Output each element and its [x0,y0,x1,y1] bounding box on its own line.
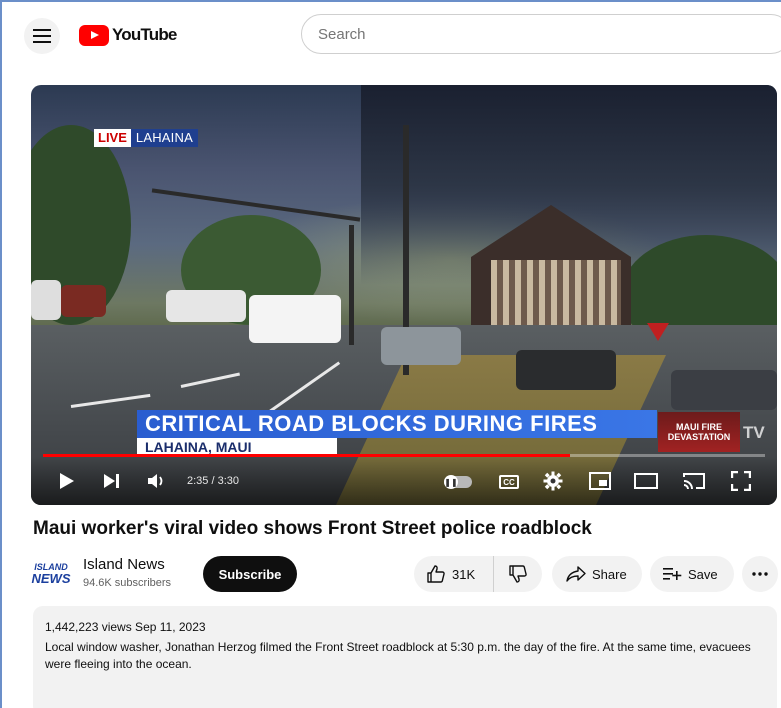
autoplay-toggle[interactable]: ❚❚ [444,475,472,489]
share-label: Share [592,566,627,582]
network-watermark: TV [743,423,765,442]
search-input[interactable]: Search [301,14,781,54]
gear-icon [543,471,563,491]
like-button[interactable]: 31K [414,556,494,592]
play-icon [60,473,74,489]
menu-button[interactable] [24,18,60,54]
video-scene-pole [349,225,354,345]
hamburger-icon [33,29,51,43]
dislike-button[interactable] [494,556,542,592]
like-dislike-group: 31K [414,556,542,592]
live-location: LAHAINA [130,129,198,147]
share-button[interactable]: Share [552,556,642,592]
youtube-logo[interactable]: YouTube [79,24,177,46]
search-placeholder: Search [318,25,366,43]
more-horizontal-icon [752,572,768,576]
news-bug-line: MAUI FIRE [676,422,722,432]
channel-avatar[interactable]: ISLAND NEWS [31,559,71,589]
masthead: YouTube Search [0,0,781,70]
save-button[interactable]: Save [650,556,734,592]
news-lower-third: CRITICAL ROAD BLOCKS DURING FIRES LAHAIN… [137,410,657,457]
video-scene-car [249,295,341,343]
miniplayer-button[interactable] [587,469,613,493]
pause-icon: ❚❚ [444,475,458,489]
live-tag: LIVE [94,129,131,147]
more-actions-button[interactable] [742,556,778,592]
subtitles-button[interactable]: CC [499,475,519,489]
video-player[interactable]: LIVE LAHAINA CRITICAL ROAD BLOCKS DURING… [31,85,777,505]
cast-button[interactable] [681,469,707,493]
fullscreen-icon [731,471,751,491]
video-title: Maui worker's viral video shows Front St… [33,518,592,539]
play-button[interactable] [57,469,77,493]
subscriber-count: 94.6K subscribers [83,577,172,589]
description-box[interactable]: 1,442,223 views Sep 11, 2023 Local windo… [33,606,777,708]
time-display: 2:35 / 3:30 [187,475,239,487]
theater-mode-icon [634,473,658,489]
player-controls: 2:35 / 3:30 ❚❚ CC [31,457,777,505]
video-scene-car [671,370,777,410]
fullscreen-button[interactable] [729,469,753,493]
news-bug-line: DEVASTATION [667,432,731,442]
miniplayer-icon [589,472,611,490]
settings-button[interactable] [541,469,565,493]
like-count: 31K [452,566,476,582]
playlist-add-icon [663,568,682,580]
channel-name[interactable]: Island News [83,556,165,573]
logo-text: YouTube [112,25,177,44]
thumbs-down-icon [509,565,527,583]
news-bug: MAUI FIRE DEVASTATION [658,412,740,452]
view-count-date: 1,442,223 views Sep 11, 2023 [45,620,206,634]
video-scene-car [166,290,246,322]
mute-button[interactable] [145,469,169,493]
save-label: Save [688,566,718,582]
skip-next-icon [104,474,119,488]
thumbs-up-icon [427,565,445,583]
volume-icon [148,474,163,488]
avatar-text: NEWS [31,571,71,586]
subscribe-button[interactable]: Subscribe [203,556,297,592]
video-scene-car [516,350,616,390]
video-scene-car [31,280,61,320]
description-text: Local window washer, Jonathan Herzog fil… [45,640,751,671]
video-scene-car [381,327,461,365]
lower-third-title: CRITICAL ROAD BLOCKS DURING FIRES [137,410,657,438]
next-button[interactable] [101,469,123,493]
youtube-play-icon [79,24,109,46]
theater-mode-button[interactable] [633,469,659,493]
video-scene-building-wall [491,260,621,330]
cast-icon [683,473,705,490]
share-icon [566,566,586,582]
live-badge: LIVE LAHAINA [94,129,198,147]
video-scene-car [61,285,106,317]
